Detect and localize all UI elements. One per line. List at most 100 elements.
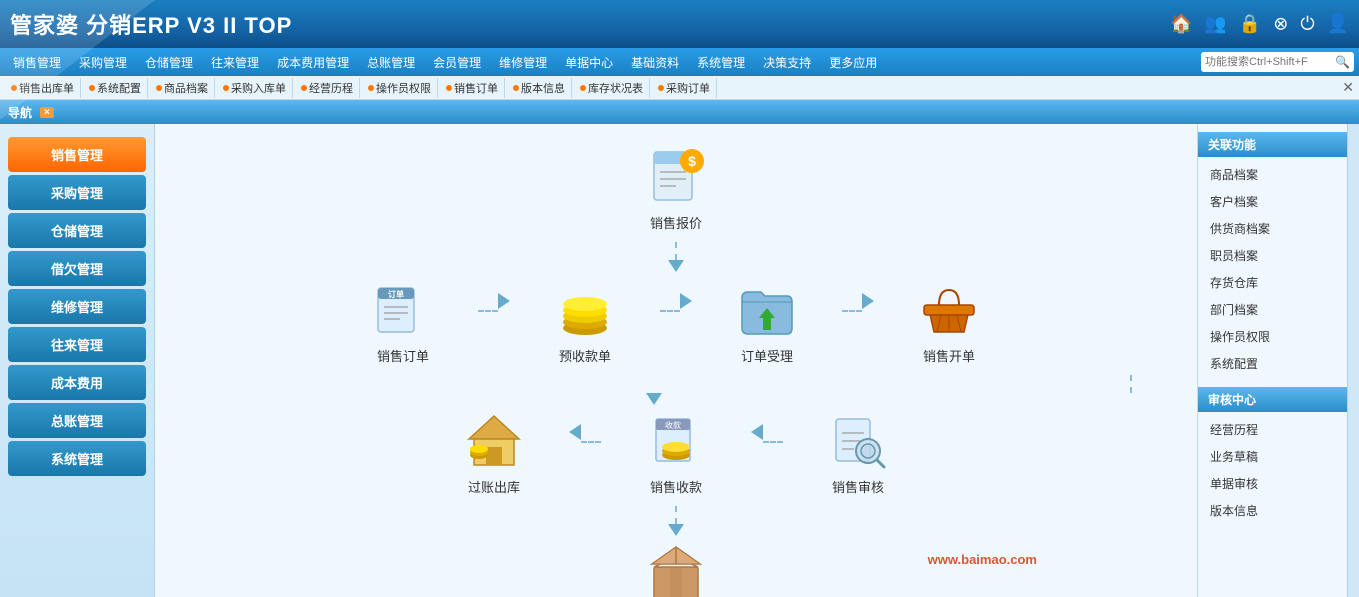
svg-text:$: $ [688, 153, 696, 169]
flow-label-sales-quote: 销售报价 [650, 213, 702, 232]
flow-item-sales-open[interactable]: 销售开单 [904, 277, 994, 365]
flow-row-4: 销售退货 [631, 539, 721, 597]
panel-link-dept[interactable]: 部门档案 [1198, 296, 1347, 323]
tab-version-info[interactable]: 版本信息 [507, 78, 572, 98]
flow-item-sales-audit[interactable]: 销售审核 [813, 408, 903, 496]
sidebar-item-system[interactable]: 系统管理 [8, 441, 146, 476]
tab-purchase-order[interactable]: 采购订单 [652, 78, 717, 98]
tabs-bar: 销售出库单 系统配置 商品档案 采购入库单 经营历程 操作员权限 销售订单 版本… [0, 76, 1359, 100]
nav-purchase[interactable]: 采购管理 [71, 51, 135, 74]
nav-warehouse[interactable]: 仓储管理 [137, 51, 201, 74]
tab-operator-rights[interactable]: 操作员权限 [362, 78, 438, 98]
scrollbar[interactable] [1347, 124, 1359, 597]
tab-sales-order[interactable]: 销售订单 [440, 78, 505, 98]
panel-link-voucher-audit[interactable]: 单据审核 [1198, 470, 1347, 497]
guide-bar: 导航 × [0, 100, 1359, 124]
related-functions-title: 关联功能 [1198, 132, 1347, 157]
panel-link-supplier[interactable]: 供货商档案 [1198, 215, 1347, 242]
panel-link-staff[interactable]: 职员档案 [1198, 242, 1347, 269]
search-input[interactable] [1205, 56, 1335, 68]
nav-cost[interactable]: 成本费用管理 [269, 51, 357, 74]
flow-item-shipment[interactable]: 过账出库 [449, 408, 539, 496]
right-panel: 关联功能 商品档案 客户档案 供货商档案 职员档案 存货仓库 部门档案 操作员权… [1197, 124, 1347, 597]
close-tabs-icon[interactable]: ✕ [1342, 79, 1354, 96]
nav-member[interactable]: 会员管理 [425, 51, 489, 74]
flow-item-sales-return[interactable]: 销售退货 [631, 539, 721, 597]
panel-link-history[interactable]: 经营历程 [1198, 416, 1347, 443]
user-group-icon[interactable]: 👥 [1204, 14, 1226, 35]
flow-label-sales-order: 销售订单 [377, 346, 429, 365]
lock-icon[interactable]: 🔒 [1239, 14, 1261, 35]
tab-stock-status[interactable]: 库存状况表 [574, 78, 650, 98]
close-circle-icon[interactable]: ⊗ [1273, 14, 1288, 35]
panel-link-product[interactable]: 商品档案 [1198, 161, 1347, 188]
sidebar: 销售管理 采购管理 仓储管理 借欠管理 维修管理 往来管理 成本费用 总账管理 … [0, 124, 155, 597]
connector-h-3 [842, 293, 874, 329]
nav-transaction[interactable]: 往来管理 [203, 51, 267, 74]
nav-system[interactable]: 系统管理 [689, 51, 753, 74]
flow-item-sales-quote[interactable]: $ 销售报价 [631, 144, 721, 232]
search-box: 🔍 [1201, 52, 1354, 72]
flow-label-sales-open: 销售开单 [923, 346, 975, 365]
nav-decision[interactable]: 决策支持 [755, 51, 819, 74]
sidebar-item-sales[interactable]: 销售管理 [8, 137, 146, 172]
header-icons: 🏠 👥 🔒 ⊗ ⏻ 👤 [1170, 14, 1349, 35]
sidebar-item-purchase[interactable]: 采购管理 [8, 175, 146, 210]
nav-ledger[interactable]: 总账管理 [359, 51, 423, 74]
connector-down-2 [175, 375, 1177, 405]
tab-system-config[interactable]: 系统配置 [83, 78, 148, 98]
nav-sales[interactable]: 销售管理 [5, 51, 69, 74]
logo: 管家婆 分销ERP V3 II TOP [10, 8, 292, 40]
connector-down-1 [668, 242, 684, 272]
connector-h-4 [569, 424, 601, 460]
connector-h-2 [660, 293, 692, 329]
home-icon[interactable]: 🏠 [1170, 14, 1192, 35]
power-icon[interactable]: ⏻ [1300, 14, 1314, 35]
connector-down-3 [668, 506, 684, 536]
sidebar-item-warehouse[interactable]: 仓储管理 [8, 213, 146, 248]
nav-basic[interactable]: 基础资料 [623, 51, 687, 74]
sales-order-icon: 订单 [368, 277, 438, 342]
flow-row-3: 过账出库 收款 [449, 408, 903, 496]
sidebar-item-repair[interactable]: 维修管理 [8, 289, 146, 324]
order-processing-icon [732, 277, 802, 342]
tab-operation-history[interactable]: 经营历程 [295, 78, 360, 98]
flow-label-prepayment: 预收款单 [559, 346, 611, 365]
sidebar-item-ledger[interactable]: 总账管理 [8, 403, 146, 438]
panel-link-warehouse[interactable]: 存货仓库 [1198, 269, 1347, 296]
svg-text:订单: 订单 [388, 289, 404, 299]
panel-link-operator-rights[interactable]: 操作员权限 [1198, 323, 1347, 350]
content-area: $ 销售报价 订单 [155, 124, 1197, 597]
nav-more[interactable]: 更多应用 [821, 51, 885, 74]
sales-return-icon [641, 539, 711, 597]
search-icon[interactable]: 🔍 [1335, 55, 1350, 69]
flow-item-order-processing[interactable]: 订单受理 [722, 277, 812, 365]
nav-repair[interactable]: 维修管理 [491, 51, 555, 74]
flow-item-sales-payment[interactable]: 收款 销售收款 [631, 408, 721, 496]
panel-link-sys-config[interactable]: 系统配置 [1198, 350, 1347, 377]
flow-row-2: 订单 销售订单 [358, 277, 994, 365]
user-icon[interactable]: 👤 [1327, 14, 1349, 35]
nav-voucher[interactable]: 单据中心 [557, 51, 621, 74]
tab-product-file[interactable]: 商品档案 [150, 78, 215, 98]
navbar: 销售管理 采购管理 仓储管理 往来管理 成本费用管理 总账管理 会员管理 维修管… [0, 48, 1359, 76]
flow-item-sales-order[interactable]: 订单 销售订单 [358, 277, 448, 365]
flow-item-prepayment[interactable]: 预收款单 [540, 277, 630, 365]
flow-label-sales-audit: 销售审核 [832, 477, 884, 496]
panel-link-customer[interactable]: 客户档案 [1198, 188, 1347, 215]
flow-diagram: $ 销售报价 订单 [155, 124, 1197, 597]
flow-label-shipment: 过账出库 [468, 477, 520, 496]
sidebar-item-cost[interactable]: 成本费用 [8, 365, 146, 400]
sidebar-item-debt[interactable]: 借欠管理 [8, 251, 146, 286]
prepayment-icon [550, 277, 620, 342]
flow-row-1: $ 销售报价 [631, 144, 721, 232]
tab-sales-outbound[interactable]: 销售出库单 [5, 78, 81, 98]
panel-link-version[interactable]: 版本信息 [1198, 497, 1347, 524]
tab-purchase-inbound[interactable]: 采购入库单 [217, 78, 293, 98]
shipment-icon [459, 408, 529, 473]
guide-close-button[interactable]: × [40, 107, 54, 118]
panel-link-draft[interactable]: 业务草稿 [1198, 443, 1347, 470]
sidebar-item-transaction[interactable]: 往来管理 [8, 327, 146, 362]
sales-quote-icon: $ [641, 144, 711, 209]
sales-payment-icon: 收款 [641, 408, 711, 473]
